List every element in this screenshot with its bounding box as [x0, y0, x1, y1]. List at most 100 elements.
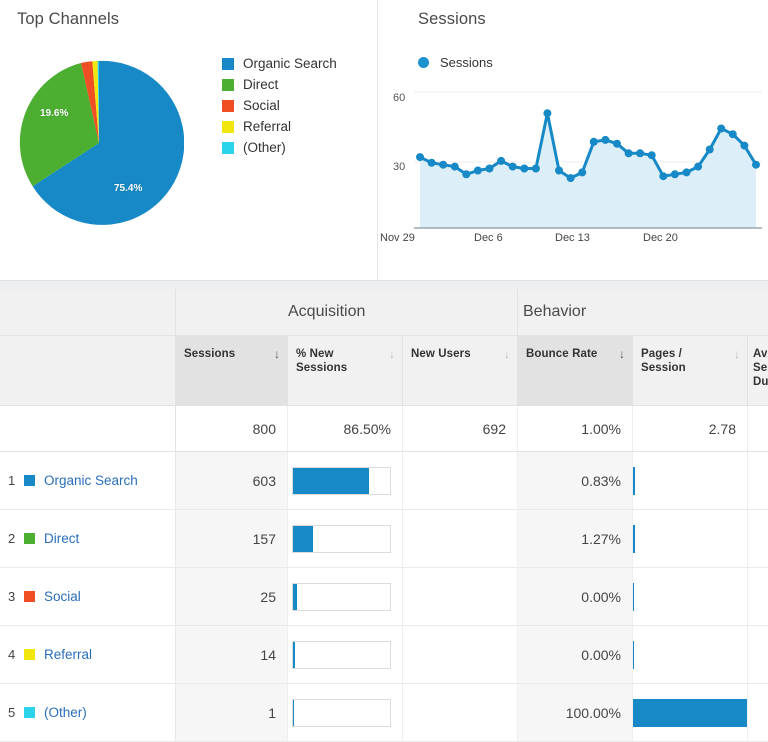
- pie-legend: Organic Search Direct Social Referral (O…: [222, 53, 337, 158]
- row-new-users: [403, 452, 518, 509]
- channel-link[interactable]: Organic Search: [44, 473, 138, 488]
- channel-swatch-icon: [24, 533, 35, 544]
- row-sessions: 1: [176, 684, 288, 741]
- group-header-acquisition-label: Acquisition: [288, 289, 403, 335]
- legend-label: Organic Search: [243, 56, 337, 71]
- table-summary-row: 800 86.50% 692 1.00% 2.78: [0, 405, 768, 452]
- row-avg-duration: [748, 626, 768, 683]
- legend-swatch-icon: [222, 58, 234, 70]
- row-dimension-cell: 3 Social: [0, 568, 176, 625]
- legend-swatch-icon: [222, 100, 234, 112]
- bar-fill: [293, 700, 294, 726]
- bar-fill: [633, 699, 747, 727]
- column-header-dimension: [0, 336, 176, 405]
- pie-slice-label-direct: 19.6%: [40, 108, 68, 119]
- sessions-widget: Sessions Sessions 60 30 Nov 29 Dec 6 Dec…: [378, 0, 768, 281]
- sort-desc-icon[interactable]: ↓: [274, 348, 280, 360]
- row-bounce-rate: 0.00%: [518, 568, 633, 625]
- legend-item-referral[interactable]: Referral: [222, 116, 337, 137]
- column-header-sessions[interactable]: Sessions ↓: [176, 336, 288, 405]
- row-rank: 3: [8, 589, 24, 604]
- row-new-sessions-bar: [288, 626, 403, 683]
- table-row[interactable]: 4Referral140.00%: [0, 626, 768, 684]
- row-dimension-cell: 2Direct: [0, 510, 176, 567]
- row-new-users: [403, 568, 518, 625]
- table-row[interactable]: 1Organic Search6030.83%: [0, 452, 768, 510]
- sort-desc-icon[interactable]: ↓: [389, 348, 395, 360]
- channel-link[interactable]: Social: [44, 589, 81, 604]
- legend-label: Direct: [243, 77, 278, 92]
- bar-track: [292, 699, 391, 727]
- column-label: Bounce Rate: [526, 347, 624, 361]
- row-sessions: 603: [176, 452, 288, 509]
- legend-swatch-icon: [222, 121, 234, 133]
- x-axis-tick-1: Dec 6: [474, 232, 503, 244]
- analytics-dashboard: Top Channels 75.4% 19.6%: [0, 0, 768, 691]
- bar-track: [292, 583, 391, 611]
- top-channels-widget: Top Channels 75.4% 19.6%: [0, 0, 377, 281]
- group-header-dimension: [0, 289, 176, 335]
- x-axis-tick-2: Dec 13: [555, 232, 590, 244]
- group-header-behavior-c: [748, 289, 768, 335]
- column-header-new-sessions-pct[interactable]: % New Sessions ↓: [288, 336, 403, 405]
- row-bounce-rate: 100.00%: [518, 684, 633, 741]
- bar-track: [633, 699, 747, 727]
- row-bounce-rate: 1.27%: [518, 510, 633, 567]
- column-header-new-users[interactable]: New Users ↓: [403, 336, 518, 405]
- sessions-legend[interactable]: Sessions: [418, 55, 493, 70]
- sessions-title: Sessions: [418, 10, 486, 29]
- column-header-pages-per-session[interactable]: Pages / Session ↓: [633, 336, 748, 405]
- bar-track: [292, 641, 391, 669]
- row-sessions: 157: [176, 510, 288, 567]
- row-rank: 5: [8, 705, 24, 720]
- legend-label: (Other): [243, 140, 286, 155]
- bar-track: [633, 467, 747, 495]
- group-header-acquisition-a: [176, 289, 288, 335]
- channel-swatch-icon: [24, 475, 35, 486]
- y-axis-tick-60: 60: [393, 92, 405, 104]
- sessions-line-chart[interactable]: [414, 88, 762, 228]
- channel-link[interactable]: (Other): [44, 705, 87, 720]
- row-pages-bar: [633, 626, 748, 683]
- group-header-behavior-label: Behavior: [518, 289, 633, 335]
- sort-desc-icon[interactable]: ↓: [619, 348, 625, 360]
- table-row[interactable]: 3Social250.00%: [0, 568, 768, 626]
- bar-track: [633, 641, 747, 669]
- row-avg-duration: [748, 452, 768, 509]
- legend-label: Sessions: [440, 55, 493, 70]
- bar-fill: [293, 642, 295, 668]
- row-pages-bar: [633, 510, 748, 567]
- legend-label: Referral: [243, 119, 291, 134]
- pie-svg: [14, 58, 184, 228]
- top-channels-pie-chart[interactable]: 75.4% 19.6%: [14, 58, 184, 228]
- x-axis-tick-0: Nov 29: [380, 232, 415, 244]
- legend-item-direct[interactable]: Direct: [222, 74, 337, 95]
- row-dimension-cell: 1 Organic Search: [0, 452, 176, 509]
- summary-dimension-cell: [0, 406, 176, 451]
- row-dimension-cell: 5 (Other): [0, 684, 176, 741]
- bar-track: [633, 525, 747, 553]
- legend-dot-icon: [418, 57, 429, 68]
- table-column-header-row: Sessions ↓ % New Sessions ↓ New Users ↓ …: [0, 335, 768, 405]
- column-header-bounce-rate[interactable]: Bounce Rate ↓: [518, 336, 633, 405]
- channel-link[interactable]: Referral: [44, 647, 92, 662]
- y-axis-tick-30: 30: [393, 161, 405, 173]
- sort-desc-icon[interactable]: ↓: [504, 348, 510, 360]
- sort-desc-icon[interactable]: ↓: [734, 348, 740, 360]
- channel-link[interactable]: Direct: [44, 531, 79, 546]
- legend-item-social[interactable]: Social: [222, 95, 337, 116]
- channel-swatch-icon: [24, 649, 35, 660]
- column-header-avg-session-duration[interactable]: Avg. Session Duration: [748, 336, 768, 405]
- table-row[interactable]: 2Direct157 1.27%: [0, 510, 768, 568]
- row-new-users: [403, 510, 518, 567]
- summary-sessions: 800: [176, 406, 288, 451]
- row-new-users: [403, 684, 518, 741]
- bar-fill: [633, 583, 634, 611]
- row-rank: 1: [8, 473, 24, 488]
- legend-item-other[interactable]: (Other): [222, 137, 337, 158]
- legend-item-organic-search[interactable]: Organic Search: [222, 53, 337, 74]
- table-row[interactable]: 5 (Other) 1 100.00%: [0, 684, 768, 742]
- legend-swatch-icon: [222, 142, 234, 154]
- row-sessions: 14: [176, 626, 288, 683]
- bar-fill: [633, 467, 635, 495]
